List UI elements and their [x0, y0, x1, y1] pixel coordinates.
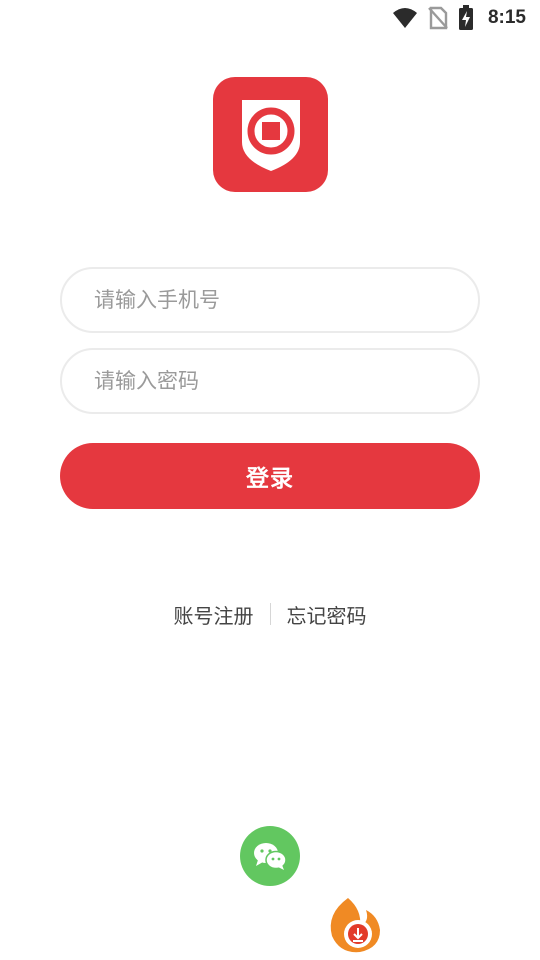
status-time: 8:15 [487, 7, 526, 28]
app-logo [213, 77, 328, 192]
register-link[interactable]: 账号注册 [174, 600, 254, 629]
shield-logo-icon [241, 99, 300, 171]
account-links: 账号注册 忘记密码 [0, 598, 540, 630]
phone-input[interactable] [62, 269, 478, 331]
wechat-icon [254, 843, 287, 870]
phone-field[interactable] [60, 267, 480, 333]
forgot-password-link[interactable]: 忘记密码 [287, 600, 367, 629]
wifi-icon [392, 7, 418, 29]
link-divider [269, 603, 271, 625]
watermark-logo [318, 888, 540, 960]
no-sim-icon [428, 6, 448, 30]
wechat-login-button[interactable] [240, 826, 300, 886]
status-bar: 8:15 [0, 0, 540, 36]
battery-charging-icon [458, 5, 474, 31]
password-input[interactable] [62, 350, 478, 412]
password-field[interactable] [60, 348, 480, 414]
login-button[interactable]: 登录 [60, 443, 480, 509]
